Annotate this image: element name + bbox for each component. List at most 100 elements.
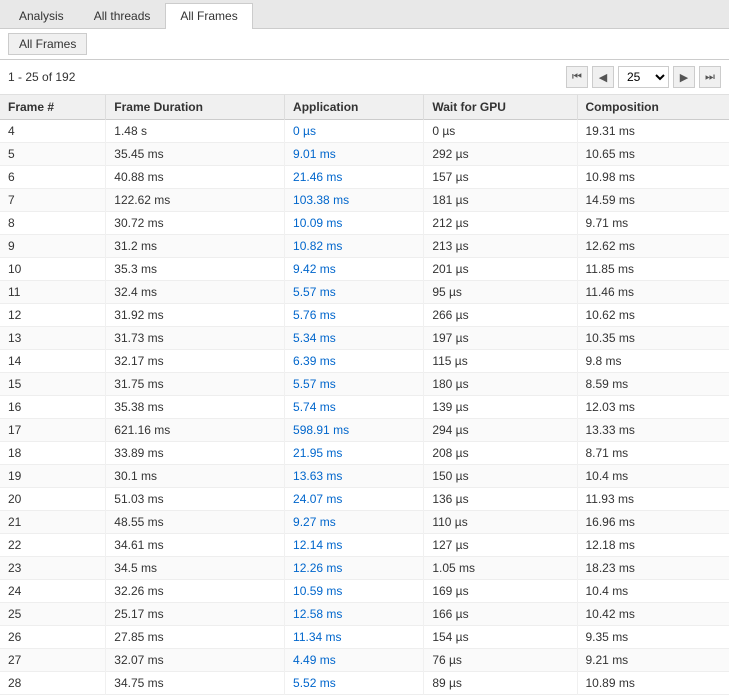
tab-bar: Analysis All threads All Frames bbox=[0, 0, 729, 29]
table-row[interactable]: 17621.16 ms598.91 ms294 µs13.33 ms bbox=[0, 419, 729, 442]
tab-all-threads[interactable]: All threads bbox=[79, 3, 166, 28]
table-cell: 24.07 ms bbox=[285, 488, 424, 511]
table-cell: 9.71 ms bbox=[577, 212, 729, 235]
table-row[interactable]: 1432.17 ms6.39 ms115 µs9.8 ms bbox=[0, 350, 729, 373]
table-cell: 25.17 ms bbox=[106, 603, 285, 626]
table-row[interactable]: 1635.38 ms5.74 ms139 µs12.03 ms bbox=[0, 396, 729, 419]
table-cell: 10.35 ms bbox=[577, 327, 729, 350]
table-cell: 27 bbox=[0, 649, 106, 672]
table-cell: 10.65 ms bbox=[577, 143, 729, 166]
table-cell: 12 bbox=[0, 304, 106, 327]
table-cell: 201 µs bbox=[424, 258, 577, 281]
table-cell: 1.48 s bbox=[106, 120, 285, 143]
table-cell: 9.42 ms bbox=[285, 258, 424, 281]
table-cell: 9.35 ms bbox=[577, 626, 729, 649]
table-cell: 5.57 ms bbox=[285, 373, 424, 396]
table-cell: 11.34 ms bbox=[285, 626, 424, 649]
table-header-row: Frame #Frame DurationApplicationWait for… bbox=[0, 95, 729, 120]
table-cell: 598.91 ms bbox=[285, 419, 424, 442]
table-row[interactable]: 830.72 ms10.09 ms212 µs9.71 ms bbox=[0, 212, 729, 235]
table-cell: 31.92 ms bbox=[106, 304, 285, 327]
first-page-button[interactable]: ⏮ bbox=[566, 66, 588, 88]
table-cell: 9 bbox=[0, 235, 106, 258]
table-cell: 10.4 ms bbox=[577, 580, 729, 603]
table-row[interactable]: 2525.17 ms12.58 ms166 µs10.42 ms bbox=[0, 603, 729, 626]
table-row[interactable]: 2627.85 ms11.34 ms154 µs9.35 ms bbox=[0, 626, 729, 649]
table-cell: 5.74 ms bbox=[285, 396, 424, 419]
table-cell: 11.85 ms bbox=[577, 258, 729, 281]
table-cell: 1.05 ms bbox=[424, 557, 577, 580]
table-row[interactable]: 535.45 ms9.01 ms292 µs10.65 ms bbox=[0, 143, 729, 166]
table-row[interactable]: 1132.4 ms5.57 ms95 µs11.46 ms bbox=[0, 281, 729, 304]
prev-page-button[interactable]: ◀ bbox=[592, 66, 614, 88]
table-row[interactable]: 2051.03 ms24.07 ms136 µs11.93 ms bbox=[0, 488, 729, 511]
table-cell: 9.21 ms bbox=[577, 649, 729, 672]
table-cell: 51.03 ms bbox=[106, 488, 285, 511]
table-row[interactable]: 41.48 s0 µs0 µs19.31 ms bbox=[0, 120, 729, 143]
table-cell: 35.45 ms bbox=[106, 143, 285, 166]
page-size-select[interactable]: 102550100 bbox=[618, 66, 669, 88]
table-cell: 33.89 ms bbox=[106, 442, 285, 465]
table-cell: 0 µs bbox=[424, 120, 577, 143]
table-row[interactable]: 2234.61 ms12.14 ms127 µs12.18 ms bbox=[0, 534, 729, 557]
table-cell: 13 bbox=[0, 327, 106, 350]
table-row[interactable]: 1331.73 ms5.34 ms197 µs10.35 ms bbox=[0, 327, 729, 350]
last-page-button[interactable]: ⏭ bbox=[699, 66, 721, 88]
table-cell: 12.18 ms bbox=[577, 534, 729, 557]
table-cell: 157 µs bbox=[424, 166, 577, 189]
table-cell: 10.98 ms bbox=[577, 166, 729, 189]
col-header-wait-for-gpu: Wait for GPU bbox=[424, 95, 577, 120]
table-cell: 169 µs bbox=[424, 580, 577, 603]
prev-page-icon: ◀ bbox=[599, 71, 607, 84]
table-row[interactable]: 1930.1 ms13.63 ms150 µs10.4 ms bbox=[0, 465, 729, 488]
table-row[interactable]: 1035.3 ms9.42 ms201 µs11.85 ms bbox=[0, 258, 729, 281]
table-cell: 31.75 ms bbox=[106, 373, 285, 396]
table-row[interactable]: 1833.89 ms21.95 ms208 µs8.71 ms bbox=[0, 442, 729, 465]
table-cell: 34.5 ms bbox=[106, 557, 285, 580]
table-cell: 5 bbox=[0, 143, 106, 166]
table-cell: 8.59 ms bbox=[577, 373, 729, 396]
table-row[interactable]: 7122.62 ms103.38 ms181 µs14.59 ms bbox=[0, 189, 729, 212]
table-row[interactable]: 2334.5 ms12.26 ms1.05 ms18.23 ms bbox=[0, 557, 729, 580]
table-cell: 13.63 ms bbox=[285, 465, 424, 488]
table-row[interactable]: 2834.75 ms5.52 ms89 µs10.89 ms bbox=[0, 672, 729, 695]
table-row[interactable]: 1231.92 ms5.76 ms266 µs10.62 ms bbox=[0, 304, 729, 327]
table-cell: 14.59 ms bbox=[577, 189, 729, 212]
table-cell: 19.31 ms bbox=[577, 120, 729, 143]
table-cell: 266 µs bbox=[424, 304, 577, 327]
toolbar: 1 - 25 of 192 ⏮ ◀ 102550100 ▶ ⏭ bbox=[0, 60, 729, 95]
table-row[interactable]: 2432.26 ms10.59 ms169 µs10.4 ms bbox=[0, 580, 729, 603]
table-cell: 31.73 ms bbox=[106, 327, 285, 350]
table-cell: 17 bbox=[0, 419, 106, 442]
table-cell: 8 bbox=[0, 212, 106, 235]
table-cell: 5.34 ms bbox=[285, 327, 424, 350]
table-cell: 25 bbox=[0, 603, 106, 626]
tab-all-frames[interactable]: All Frames bbox=[165, 3, 252, 29]
table-cell: 10.89 ms bbox=[577, 672, 729, 695]
table-cell: 32.07 ms bbox=[106, 649, 285, 672]
table-cell: 5.52 ms bbox=[285, 672, 424, 695]
table-row[interactable]: 2148.55 ms9.27 ms110 µs16.96 ms bbox=[0, 511, 729, 534]
table-cell: 197 µs bbox=[424, 327, 577, 350]
table-cell: 32.17 ms bbox=[106, 350, 285, 373]
table-cell: 35.3 ms bbox=[106, 258, 285, 281]
table-cell: 18 bbox=[0, 442, 106, 465]
table-cell: 9.8 ms bbox=[577, 350, 729, 373]
table-cell: 166 µs bbox=[424, 603, 577, 626]
table-cell: 103.38 ms bbox=[285, 189, 424, 212]
tab-analysis[interactable]: Analysis bbox=[4, 3, 79, 28]
table-row[interactable]: 2732.07 ms4.49 ms76 µs9.21 ms bbox=[0, 649, 729, 672]
table-cell: 6.39 ms bbox=[285, 350, 424, 373]
table-row[interactable]: 640.88 ms21.46 ms157 µs10.98 ms bbox=[0, 166, 729, 189]
table-cell: 6 bbox=[0, 166, 106, 189]
next-page-button[interactable]: ▶ bbox=[673, 66, 695, 88]
table-cell: 32.26 ms bbox=[106, 580, 285, 603]
table-cell: 13.33 ms bbox=[577, 419, 729, 442]
table-cell: 16 bbox=[0, 396, 106, 419]
table-cell: 16.96 ms bbox=[577, 511, 729, 534]
table-row[interactable]: 931.2 ms10.82 ms213 µs12.62 ms bbox=[0, 235, 729, 258]
sub-tab-all-frames[interactable]: All Frames bbox=[8, 33, 87, 55]
col-header-frame-num: Frame # bbox=[0, 95, 106, 120]
table-cell: 0 µs bbox=[285, 120, 424, 143]
table-row[interactable]: 1531.75 ms5.57 ms180 µs8.59 ms bbox=[0, 373, 729, 396]
